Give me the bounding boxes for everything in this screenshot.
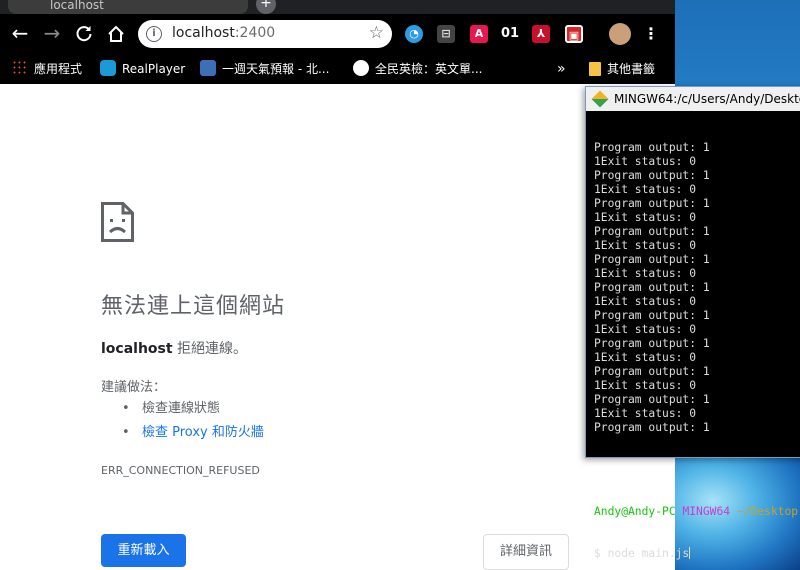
pdf-ext-icon[interactable]: ⅄	[532, 25, 550, 43]
terminal-line: Program output: 1	[594, 141, 710, 154]
terminal-line: Program output: 1	[594, 309, 710, 322]
bookmark-apps[interactable]: 應用程式	[12, 60, 82, 78]
home-icon[interactable]	[104, 22, 128, 46]
details-button[interactable]: 詳細資訊	[483, 534, 569, 570]
bookmark-realplayer[interactable]: RealPlayer	[100, 60, 185, 78]
sad-document-icon	[101, 202, 134, 242]
chrome-ext-icon[interactable]: ◔	[405, 25, 423, 43]
terminal-line: 1Exit status: 0	[594, 295, 697, 308]
text-cursor	[689, 547, 691, 559]
suggestion-check-connection: 檢查連線狀態	[122, 400, 264, 424]
tag-ext-icon[interactable]: ⊟	[437, 25, 455, 43]
forward-icon[interactable]: →	[40, 22, 64, 46]
terminal-line: 1Exit status: 0	[594, 351, 697, 364]
terminal-title-bar[interactable]: MINGW64:/c/Users/Andy/Desktop	[586, 87, 800, 111]
bookmark-english[interactable]: 全民英檢：英文單...	[353, 60, 482, 78]
terminal-window[interactable]: MINGW64:/c/Users/Andy/Desktop Program ou…	[585, 86, 800, 560]
menu-icon[interactable]: ⋮	[642, 25, 660, 43]
error-code: ERR_CONNECTION_REFUSED	[101, 464, 260, 477]
a-ext-icon[interactable]: A	[470, 25, 488, 43]
back-icon[interactable]: ←	[8, 22, 32, 46]
url-text: localhost:2400	[172, 25, 276, 41]
terminal-line: Program output: 1	[594, 225, 710, 238]
terminal-line: 1Exit status: 0	[594, 323, 697, 336]
bookmark-star-icon[interactable]: ☆	[369, 23, 384, 43]
terminal-line: 1Exit status: 0	[594, 183, 697, 196]
terminal-line: Program output: 1	[594, 421, 710, 434]
terminal-line: 1Exit status: 0	[594, 407, 697, 420]
browser-toolbar: ← → i localhost:2400 ☆ ◔ ⊟ A 01 ⅄ ▣ ⋮	[0, 14, 675, 54]
bookmarks-bar: 應用程式 RealPlayer 一週天氣預報 - 北... 全民英檢：英文單..…	[0, 54, 675, 84]
realplayer-icon	[100, 60, 116, 76]
tab-localhost[interactable]: localhost	[8, 0, 248, 14]
error-description: localhost 拒絕連線。	[101, 341, 248, 357]
more-bookmarks-button[interactable]: »	[557, 60, 566, 78]
save-ext-icon[interactable]: ▣	[565, 25, 583, 43]
apps-grid-icon	[12, 60, 28, 76]
terminal-line: 1Exit status: 0	[594, 267, 697, 280]
avatar[interactable]	[609, 23, 631, 45]
terminal-line: Program output: 1	[594, 281, 710, 294]
terminal-line: 1Exit status: 0	[594, 211, 697, 224]
chrome-window: localhost + ← → i localhost:2400 ☆ ◔ ⊟ A…	[0, 0, 675, 570]
terminal-line: Program output: 1	[594, 197, 710, 210]
bookmark-weather[interactable]: 一週天氣預報 - 北...	[200, 60, 329, 78]
reload-button[interactable]: 重新載入	[101, 534, 186, 567]
weather-icon	[200, 60, 216, 76]
globe-icon	[353, 60, 369, 76]
terminal-output[interactable]: Program output: 1 1Exit status: 0 Program …	[594, 113, 800, 570]
tab-title: localhost	[50, 0, 104, 12]
terminal-line: Program output: 1	[594, 169, 710, 182]
error-title: 無法連上這個網站	[101, 294, 286, 319]
info-icon[interactable]: i	[146, 26, 162, 42]
suggestions-title: 建議做法：	[101, 380, 167, 395]
terminal-line: Program output: 1	[594, 337, 710, 350]
suggestions-list: 檢查連線狀態 檢查 Proxy 和防火牆	[122, 400, 264, 448]
error-page: 無法連上這個網站 localhost 拒絕連線。 建議做法： 檢查連線狀態 檢查…	[0, 84, 675, 570]
terminal-line: 1Exit status: 0	[594, 379, 697, 392]
terminal-command: $ node main.js	[594, 547, 691, 560]
terminal-prompt: Andy@Andy-PC MINGW64 ~/Desktop	[594, 505, 799, 518]
other-bookmarks[interactable]: 其他書籤	[589, 60, 655, 78]
suggestion-check-proxy-link[interactable]: 檢查 Proxy 和防火牆	[122, 424, 264, 448]
terminal-line: Program output: 1	[594, 253, 710, 266]
terminal-line: Program output: 1	[594, 393, 710, 406]
address-bar[interactable]: i localhost:2400 ☆	[138, 20, 392, 48]
01-ext-icon[interactable]: 01	[499, 25, 521, 43]
terminal-line: 1Exit status: 0	[594, 239, 697, 252]
folder-icon	[589, 62, 601, 76]
terminal-line: Program output: 1	[594, 365, 710, 378]
reload-icon[interactable]	[72, 22, 96, 46]
git-bash-icon	[591, 90, 609, 108]
tab-strip: localhost +	[0, 0, 675, 14]
new-tab-button[interactable]: +	[256, 0, 276, 14]
terminal-line: 1Exit status: 0	[594, 155, 697, 168]
